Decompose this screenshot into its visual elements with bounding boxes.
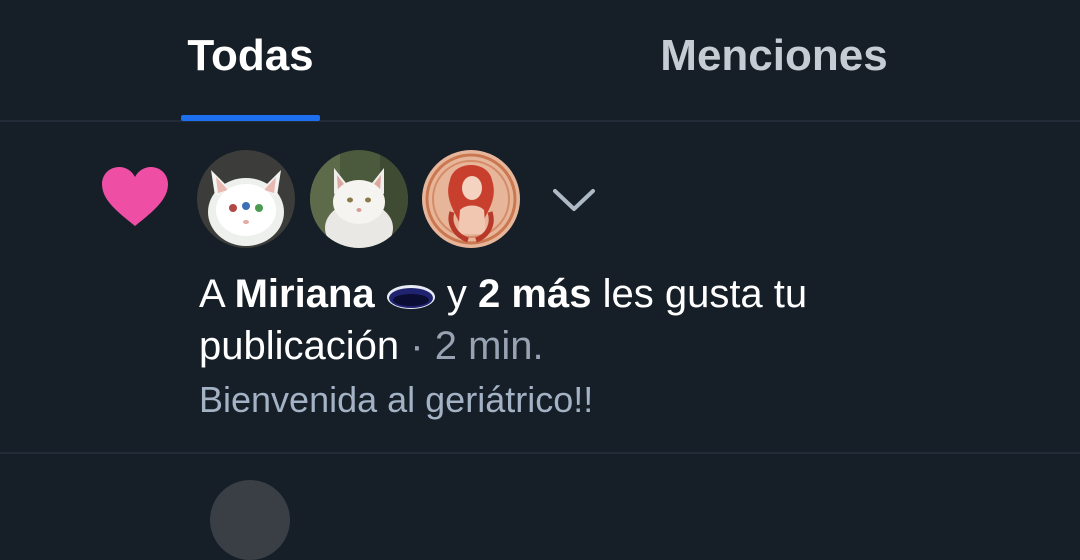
tab-mentions-label: Menciones [660, 31, 888, 80]
tab-all[interactable]: Todas [181, 0, 320, 120]
heart-icon [102, 167, 168, 226]
chevron-down-icon[interactable] [550, 184, 598, 214]
timestamp: 2 min. [434, 324, 544, 368]
tab-mentions[interactable]: Menciones [640, 0, 908, 120]
art-nouveau-avatar[interactable] [422, 150, 520, 248]
white-cat-avatar-2[interactable] [310, 150, 408, 248]
avatar[interactable] [210, 480, 290, 560]
active-tab-indicator [181, 115, 320, 121]
separator: · [410, 324, 424, 368]
tab-bar: Todas Menciones [0, 0, 1080, 122]
moon-icon [386, 285, 435, 309]
text-prefix: A [199, 272, 224, 316]
others-count[interactable]: 2 más [478, 272, 591, 316]
notification-item[interactable]: A Miriana y 2 más les gusta tu publicaci… [0, 122, 1080, 454]
white-cat-avatar[interactable] [197, 150, 295, 248]
notification-text: A Miriana y 2 más les gusta tu publicaci… [199, 268, 989, 372]
tab-all-label: Todas [187, 31, 314, 80]
text-connector: y [446, 272, 467, 316]
post-preview: Bienvenida al geriátrico!! [199, 379, 594, 420]
user-name[interactable]: Miriana [235, 272, 375, 316]
